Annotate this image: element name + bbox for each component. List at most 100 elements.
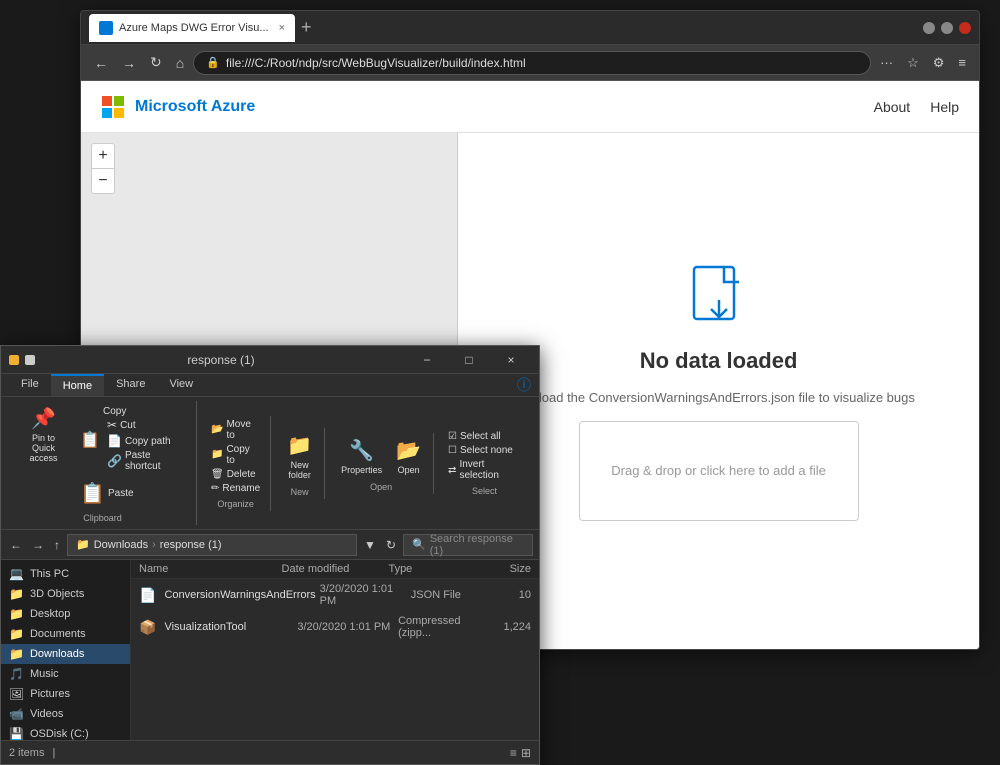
col-date[interactable]: Date modified [282, 563, 389, 575]
3d-objects-label: 3D Objects [30, 588, 84, 600]
status-items-count: 2 items [9, 747, 44, 759]
sidebar-item-this-pc[interactable]: 💻 This PC [1, 564, 130, 584]
copy-path-btn[interactable]: 📄 Copy path [103, 433, 184, 449]
help-link[interactable]: Help [930, 99, 959, 115]
path-refresh-btn[interactable]: ↻ [383, 536, 399, 554]
delete-btn[interactable]: 🗑 Delete [207, 468, 264, 481]
move-to-btn[interactable]: 📂 Move to [207, 418, 264, 442]
explorer-forward-btn[interactable]: → [29, 536, 47, 554]
explorer-maximize-btn[interactable]: □ [449, 350, 489, 370]
new-folder-btn[interactable]: 📁 Newfolder [281, 430, 318, 483]
sidebar-item-downloads[interactable]: 📁 Downloads [1, 644, 130, 664]
osdisk-label: OSDisk (C:) [30, 728, 89, 740]
win-close[interactable] [959, 22, 971, 34]
desktop-icon: 📁 [9, 607, 24, 621]
file-type-2: Compressed (zipp... [398, 615, 495, 639]
menu-button[interactable]: ≡ [953, 52, 971, 74]
sidebar-item-documents[interactable]: 📁 Documents [1, 624, 130, 644]
path-folder: response (1) [160, 539, 222, 551]
pin-to-quick-btn[interactable]: 📌 Pin to Quickaccess [15, 403, 72, 466]
music-icon: 🎵 [9, 667, 24, 681]
properties-icon: 🔧 [349, 438, 374, 463]
forward-button[interactable]: → [117, 51, 141, 75]
select-none-icon: ☐ [448, 445, 457, 456]
sidebar-item-pictures[interactable]: 🖼 Pictures [1, 684, 130, 704]
zoom-in-button[interactable]: + [92, 144, 114, 169]
pin-label: Pin to Quickaccess [21, 433, 66, 463]
zoom-out-button[interactable]: − [92, 169, 114, 193]
open-group: 🔧 Properties 📂 Open Open [329, 433, 434, 494]
properties-btn[interactable]: 🔧 Properties [335, 435, 388, 478]
cut-btn[interactable]: ✂ Cut [103, 417, 184, 433]
explorer-back-btn[interactable]: ← [7, 536, 25, 554]
open-btn[interactable]: 📂 Open [390, 435, 427, 478]
open-label: Open [398, 465, 420, 475]
path-bar[interactable]: 📁 Downloads › response (1) [67, 534, 357, 556]
paste-shortcut-btn[interactable]: 🔗 Paste shortcut [103, 449, 184, 473]
browser-titlebar: Azure Maps DWG Error Visu... × + [81, 11, 979, 45]
azure-logo: Microsoft Azure [101, 95, 255, 119]
refresh-button[interactable]: ↻ [145, 50, 167, 75]
file-list: Name Date modified Type Size 📄 Conversio… [131, 560, 539, 740]
ribbon-tab-view[interactable]: View [157, 374, 205, 396]
home-button[interactable]: ⌂ [171, 51, 189, 75]
win-maximize[interactable] [941, 22, 953, 34]
ribbon-tab-file[interactable]: File [9, 374, 51, 396]
organize-group: 📂 Move to 📁 Copy to 🗑 Delete ✏ [201, 416, 271, 511]
col-name[interactable]: Name [139, 563, 282, 575]
path-separator: › [152, 539, 156, 551]
azure-header: Microsoft Azure About Help [81, 81, 979, 133]
details-view-btn[interactable]: ≡ [510, 746, 517, 760]
sidebar-item-osdisk[interactable]: 💾 OSDisk (C:) [1, 724, 130, 740]
file-date-2: 3/20/2020 1:01 PM [297, 621, 394, 633]
ribbon-tab-share[interactable]: Share [104, 374, 157, 396]
rename-btn[interactable]: ✏ Rename [207, 482, 264, 495]
settings-button[interactable]: ⚙ [928, 52, 950, 74]
table-row[interactable]: 📦 VisualizationTool 3/20/2020 1:01 PM Co… [131, 611, 539, 643]
explorer-up-btn[interactable]: ↑ [51, 536, 63, 554]
azure-logo-text: Microsoft Azure [135, 98, 255, 116]
status-separator: | [52, 747, 55, 759]
sidebar-item-desktop[interactable]: 📁 Desktop [1, 604, 130, 624]
videos-label: Videos [30, 708, 63, 720]
back-button[interactable]: ← [89, 51, 113, 75]
tab-close-btn[interactable]: × [279, 22, 285, 34]
paste-label: Paste [108, 488, 134, 499]
favorites-button[interactable]: ☆ [902, 52, 924, 74]
sidebar-item-3d-objects[interactable]: 📁 3D Objects [1, 584, 130, 604]
open-group-label: Open [370, 482, 392, 492]
about-link[interactable]: About [874, 99, 911, 115]
browser-tab[interactable]: Azure Maps DWG Error Visu... × [89, 14, 295, 42]
ribbon-help-icon[interactable]: ⓘ [517, 375, 531, 395]
videos-icon: 📹 [9, 707, 24, 721]
sidebar-item-music[interactable]: 🎵 Music [1, 664, 130, 684]
search-icon: 🔍 [412, 538, 426, 551]
ribbon-tab-home[interactable]: Home [51, 374, 104, 396]
sidebar-item-videos[interactable]: 📹 Videos [1, 704, 130, 724]
cut-label: Cut [120, 420, 136, 431]
search-bar[interactable]: 🔍 Search response (1) [403, 534, 533, 556]
new-tab-button[interactable]: + [301, 17, 312, 38]
path-dropdown-btn[interactable]: ▼ [361, 536, 379, 554]
browser-toolbar: ← → ↻ ⌂ 🔒 file:///C:/Root/ndp/src/WebBug… [81, 45, 979, 81]
select-all-btn[interactable]: ☑ Select all [444, 430, 525, 443]
table-row[interactable]: 📄 ConversionWarningsAndErrors 3/20/2020 … [131, 579, 539, 611]
win-minimize[interactable] [923, 22, 935, 34]
delete-label: Delete [227, 469, 256, 480]
titlebar-buttons: − □ × [407, 350, 531, 370]
copy-to-btn[interactable]: 📁 Copy to [207, 443, 264, 467]
select-none-btn[interactable]: ☐ Select none [444, 444, 525, 457]
paste-btn[interactable]: 📋 Paste [74, 478, 190, 509]
more-button[interactable]: ··· [875, 52, 898, 74]
invert-icon: ⇄ [448, 465, 456, 476]
clipboard-group: 📌 Pin to Quickaccess 📋 Copy ✂ Cut [9, 401, 197, 525]
drop-zone[interactable]: Drag & drop or click here to add a file [579, 421, 859, 521]
invert-selection-btn[interactable]: ⇄ Invert selection [444, 458, 525, 482]
col-size[interactable]: Size [495, 563, 531, 575]
explorer-close-btn[interactable]: × [491, 350, 531, 370]
explorer-minimize-btn[interactable]: − [407, 350, 447, 370]
address-bar[interactable]: 🔒 file:///C:/Root/ndp/src/WebBugVisualiz… [193, 51, 871, 75]
copy-btn[interactable]: 📋 Copy ✂ Cut 📄 Copy path [74, 403, 190, 476]
tiles-view-btn[interactable]: ⊞ [521, 746, 531, 760]
col-type[interactable]: Type [388, 563, 495, 575]
